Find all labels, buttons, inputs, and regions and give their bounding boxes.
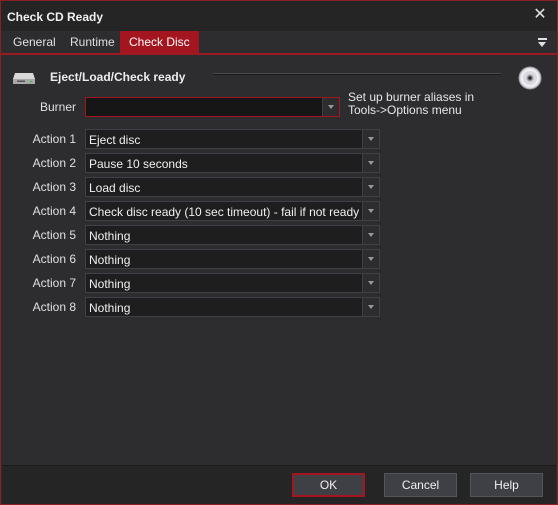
action-2-label: Action 2	[32, 156, 76, 170]
action-7-select[interactable]: Nothing	[85, 273, 380, 293]
chevron-down-icon[interactable]	[362, 274, 379, 292]
section-divider	[213, 73, 501, 75]
burner-hint: Set up burner aliases in Tools->Options …	[348, 90, 475, 117]
tab-runtime[interactable]: Runtime	[61, 31, 124, 53]
title-bar[interactable]: Check CD Ready ✕	[1, 1, 557, 31]
dialog-footer: OK Cancel Help	[2, 465, 556, 504]
action-6-select[interactable]: Nothing	[85, 249, 380, 269]
action-3-select[interactable]: Load disc	[85, 177, 380, 197]
check-disc-panel: Eject/Load/Check ready Burner Set up bur…	[2, 57, 556, 465]
chevron-down-icon[interactable]	[362, 154, 379, 172]
tab-menu-icon[interactable]	[537, 35, 549, 49]
chevron-down-icon[interactable]	[362, 178, 379, 196]
action-4-value: Check disc ready (10 sec timeout) - fail…	[89, 205, 360, 219]
action-5-select[interactable]: Nothing	[85, 225, 380, 245]
action-8-value: Nothing	[89, 301, 131, 315]
burner-select[interactable]	[85, 97, 340, 117]
tab-general[interactable]: General	[4, 31, 65, 53]
chevron-down-icon[interactable]	[362, 250, 379, 268]
action-8-select[interactable]: Nothing	[85, 297, 380, 317]
ok-button[interactable]: OK	[292, 473, 365, 497]
chevron-down-icon[interactable]	[322, 98, 339, 116]
help-button[interactable]: Help	[470, 473, 543, 497]
action-3-value: Load disc	[89, 181, 141, 195]
action-6-value: Nothing	[89, 253, 131, 267]
action-1-select[interactable]: Eject disc	[85, 129, 380, 149]
chevron-down-icon[interactable]	[362, 130, 379, 148]
action-1-label: Action 1	[32, 132, 76, 146]
chevron-down-icon[interactable]	[362, 226, 379, 244]
close-icon[interactable]: ✕	[531, 6, 549, 24]
cancel-button[interactable]: Cancel	[384, 473, 457, 497]
action-8-label: Action 8	[32, 300, 76, 314]
section-title: Eject/Load/Check ready	[50, 70, 186, 84]
action-7-value: Nothing	[89, 277, 131, 291]
action-5-label: Action 5	[32, 228, 76, 242]
cd-drive-icon	[13, 73, 35, 84]
disc-icon	[518, 66, 542, 90]
tab-check-disc[interactable]: Check Disc	[120, 31, 199, 53]
burner-label: Burner	[39, 100, 76, 114]
action-1-value: Eject disc	[89, 133, 141, 147]
action-5-value: Nothing	[89, 229, 131, 243]
action-2-select[interactable]: Pause 10 seconds	[85, 153, 380, 173]
action-2-value: Pause 10 seconds	[89, 157, 188, 171]
tab-bar: General Runtime Check Disc	[1, 31, 557, 55]
action-6-label: Action 6	[32, 252, 76, 266]
dialog-window: Check CD Ready ✕ General Runtime Check D…	[0, 0, 558, 505]
action-3-label: Action 3	[32, 180, 76, 194]
action-4-select[interactable]: Check disc ready (10 sec timeout) - fail…	[85, 201, 380, 221]
chevron-down-icon[interactable]	[362, 298, 379, 316]
chevron-down-icon[interactable]	[362, 202, 379, 220]
action-7-label: Action 7	[32, 276, 76, 290]
window-title: Check CD Ready	[7, 10, 104, 24]
action-4-label: Action 4	[32, 204, 76, 218]
